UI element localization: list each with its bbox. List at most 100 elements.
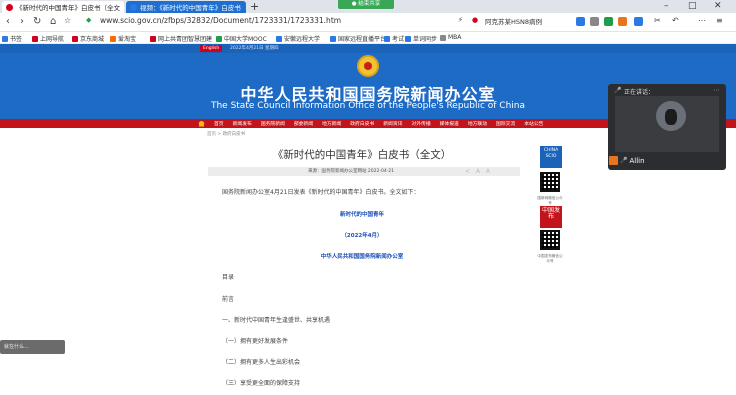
tab-label: 视频：《新时代的中国青年》白皮书 xyxy=(140,4,241,12)
toc-item: （二）拥有更多人生出彩机会 xyxy=(222,359,301,366)
bookmark-item[interactable]: 考试 xyxy=(384,34,404,43)
nav-item[interactable]: 政府白皮书 xyxy=(350,120,374,127)
bookmark-icon xyxy=(276,35,282,42)
tab-video[interactable]: 视频：《新时代的中国青年》白皮书 × xyxy=(126,1,246,13)
scio-favicon-icon xyxy=(6,3,13,11)
user-icon xyxy=(609,156,618,165)
participant-avatar xyxy=(656,101,686,131)
menu-icon[interactable]: ≡ xyxy=(716,16,723,25)
toc-label: 目录 xyxy=(222,274,235,281)
bookmark-item[interactable]: 单词同步 xyxy=(405,34,437,43)
nav-item[interactable]: 新闻发布 xyxy=(233,120,252,127)
nav-item[interactable]: 部委新闻 xyxy=(294,120,313,127)
site-date: 2022年4月21日 星期四 xyxy=(230,46,279,51)
bookmark-item[interactable]: 安徽远程大学 xyxy=(276,34,320,43)
nav-item[interactable]: 新闻资讯 xyxy=(383,120,402,127)
microphone-icon: 🎤 xyxy=(614,87,622,94)
site-top-strip: English 2022年4月21日 星期四 xyxy=(0,44,736,53)
bookmark-icon xyxy=(150,35,156,42)
english-button[interactable]: English xyxy=(200,45,223,52)
article-heading: 新时代的中国青年 xyxy=(339,212,384,218)
bookmark-icon xyxy=(440,34,446,41)
close-window-button[interactable]: ✕ xyxy=(714,0,722,12)
bookmark-item[interactable]: 中国大学MOOC xyxy=(216,34,267,43)
bookmark-item[interactable]: 书签 xyxy=(2,34,22,43)
bookmark-icon xyxy=(2,35,8,42)
star-icon[interactable]: ☆ xyxy=(64,16,71,25)
nav-item[interactable]: 首页 xyxy=(214,120,224,127)
china-release-logo[interactable]: 中国发布 xyxy=(540,206,562,228)
national-emblem-icon xyxy=(357,55,379,77)
shield-icon: ◆ xyxy=(86,16,92,24)
minimize-button[interactable]: – xyxy=(664,0,669,12)
participant-name: Allin xyxy=(629,156,645,165)
translate-icon[interactable] xyxy=(634,17,643,26)
tab-whitepaper[interactable]: 《新时代的中国青年》白皮书（全文 × xyxy=(2,1,124,13)
camera-feed xyxy=(615,96,719,152)
extension-icon[interactable] xyxy=(590,17,599,26)
home-icon[interactable] xyxy=(198,120,205,127)
bookmark-icon xyxy=(110,35,116,42)
extension-icon[interactable] xyxy=(604,17,613,26)
article-intro: 国务院新闻办公室4月21日发表《新时代的中国青年》白皮书。全文如下： xyxy=(222,189,420,196)
tab-bar: 《新时代的中国青年》白皮书（全文 × 视频：《新时代的中国青年》白皮书 × + … xyxy=(0,0,736,13)
article-source: 来源：国务院新闻办公室网站 2022-04-21 xyxy=(308,169,395,174)
back-icon[interactable]: ‹ xyxy=(6,16,10,27)
article-publisher: 中华人民共和国国务院新闻办公室 xyxy=(320,254,404,260)
nav-item[interactable]: 地方联动 xyxy=(468,120,487,127)
mic-icon: 🎤 xyxy=(620,157,628,164)
video-call-window[interactable]: 🎤 正在讲话： ⋯ 🎤 Allin xyxy=(608,84,726,170)
bookmark-icon xyxy=(72,35,78,42)
nav-item[interactable]: 国务院新闻 xyxy=(261,120,285,127)
refresh-icon[interactable]: ↻ xyxy=(33,16,41,27)
nav-item[interactable]: 国际交流 xyxy=(496,120,515,127)
bookmark-icon xyxy=(32,35,38,42)
article-date: （2022年4月） xyxy=(341,233,383,239)
lightning-icon[interactable]: ⚡ xyxy=(458,16,463,24)
nav-item[interactable]: 媒体报道 xyxy=(440,120,459,127)
toc-item: 前言 xyxy=(222,296,235,303)
notification-toast[interactable]: 就在什么... xyxy=(0,340,65,354)
nav-item[interactable]: 地方新闻 xyxy=(322,120,341,127)
scissors-icon[interactable]: ✂ xyxy=(654,16,661,25)
bookmarks-bar: 书签 上网导航 京东商城 爱淘宝 网上共青团智慧团建 中国大学MOOC 安徽远程… xyxy=(0,32,736,44)
more-icon[interactable]: ⋯ xyxy=(698,16,706,25)
home-icon[interactable]: ⌂ xyxy=(50,16,56,27)
font-size-controls[interactable]: < A A xyxy=(465,167,492,176)
qr-caption: 中国发布微信公众号 xyxy=(537,254,563,263)
qr-caption: 国新网微信公众号 xyxy=(537,196,563,205)
maximize-button[interactable]: □ xyxy=(688,0,697,12)
article-title: 《新时代的中国青年》白皮书（全文） xyxy=(272,149,452,161)
forward-icon[interactable]: › xyxy=(20,16,24,27)
new-tab-button[interactable]: + xyxy=(250,0,259,13)
more-options-icon[interactable]: ⋯ xyxy=(713,86,720,94)
bookmark-item[interactable]: 京东商城 xyxy=(72,34,104,43)
article-meta: 来源：国务院新闻办公室网站 2022-04-21 < A A xyxy=(208,167,520,176)
nav-item[interactable]: 对外传播 xyxy=(411,120,430,127)
tab-label: 《新时代的中国青年》白皮书（全文 xyxy=(16,4,120,12)
url-input[interactable]: www.scio.gov.cn/zfbps/32832/Document/172… xyxy=(100,16,341,25)
bookmark-item[interactable]: 网上共青团智慧团建 xyxy=(150,34,212,43)
nav-item[interactable]: 本站公告 xyxy=(524,120,543,127)
bookmark-item[interactable]: 上网导航 xyxy=(32,34,64,43)
speaking-label: 正在讲话： xyxy=(624,89,655,96)
toc-item: 一、新时代中国青年生逢盛世、共享机遇 xyxy=(222,317,331,324)
undo-icon[interactable]: ↶ xyxy=(672,16,679,25)
qr-code-icon xyxy=(540,172,560,192)
china-scio-logo[interactable]: CHINA SCIO xyxy=(540,146,562,168)
bookmark-item[interactable]: 国家远程直播平台 xyxy=(330,34,386,43)
stop-sharing-button[interactable]: ● 结束共享 xyxy=(338,0,394,9)
search-input[interactable]: 阿克苏某HSN8病例 xyxy=(485,16,542,26)
bookmark-icon xyxy=(405,35,411,42)
close-tab-icon[interactable]: × xyxy=(245,3,246,11)
toc-item: （三）享受更全面的保障支持 xyxy=(222,380,301,387)
search-engine-icon[interactable]: ● xyxy=(472,16,478,24)
bookmark-item[interactable]: MBA xyxy=(440,34,461,41)
bookmark-item[interactable]: 爱淘宝 xyxy=(110,34,136,43)
participant-label: 🎤 Allin xyxy=(609,156,645,165)
game-icon[interactable] xyxy=(618,17,627,26)
toast-text: 就在什么... xyxy=(4,344,29,350)
breadcrumb[interactable]: 首页 > 政府白皮书 xyxy=(207,131,245,137)
extension-icon[interactable] xyxy=(576,17,585,26)
address-bar: ‹ › ↻ ⌂ ☆ ◆ www.scio.gov.cn/zfbps/32832/… xyxy=(0,13,736,32)
